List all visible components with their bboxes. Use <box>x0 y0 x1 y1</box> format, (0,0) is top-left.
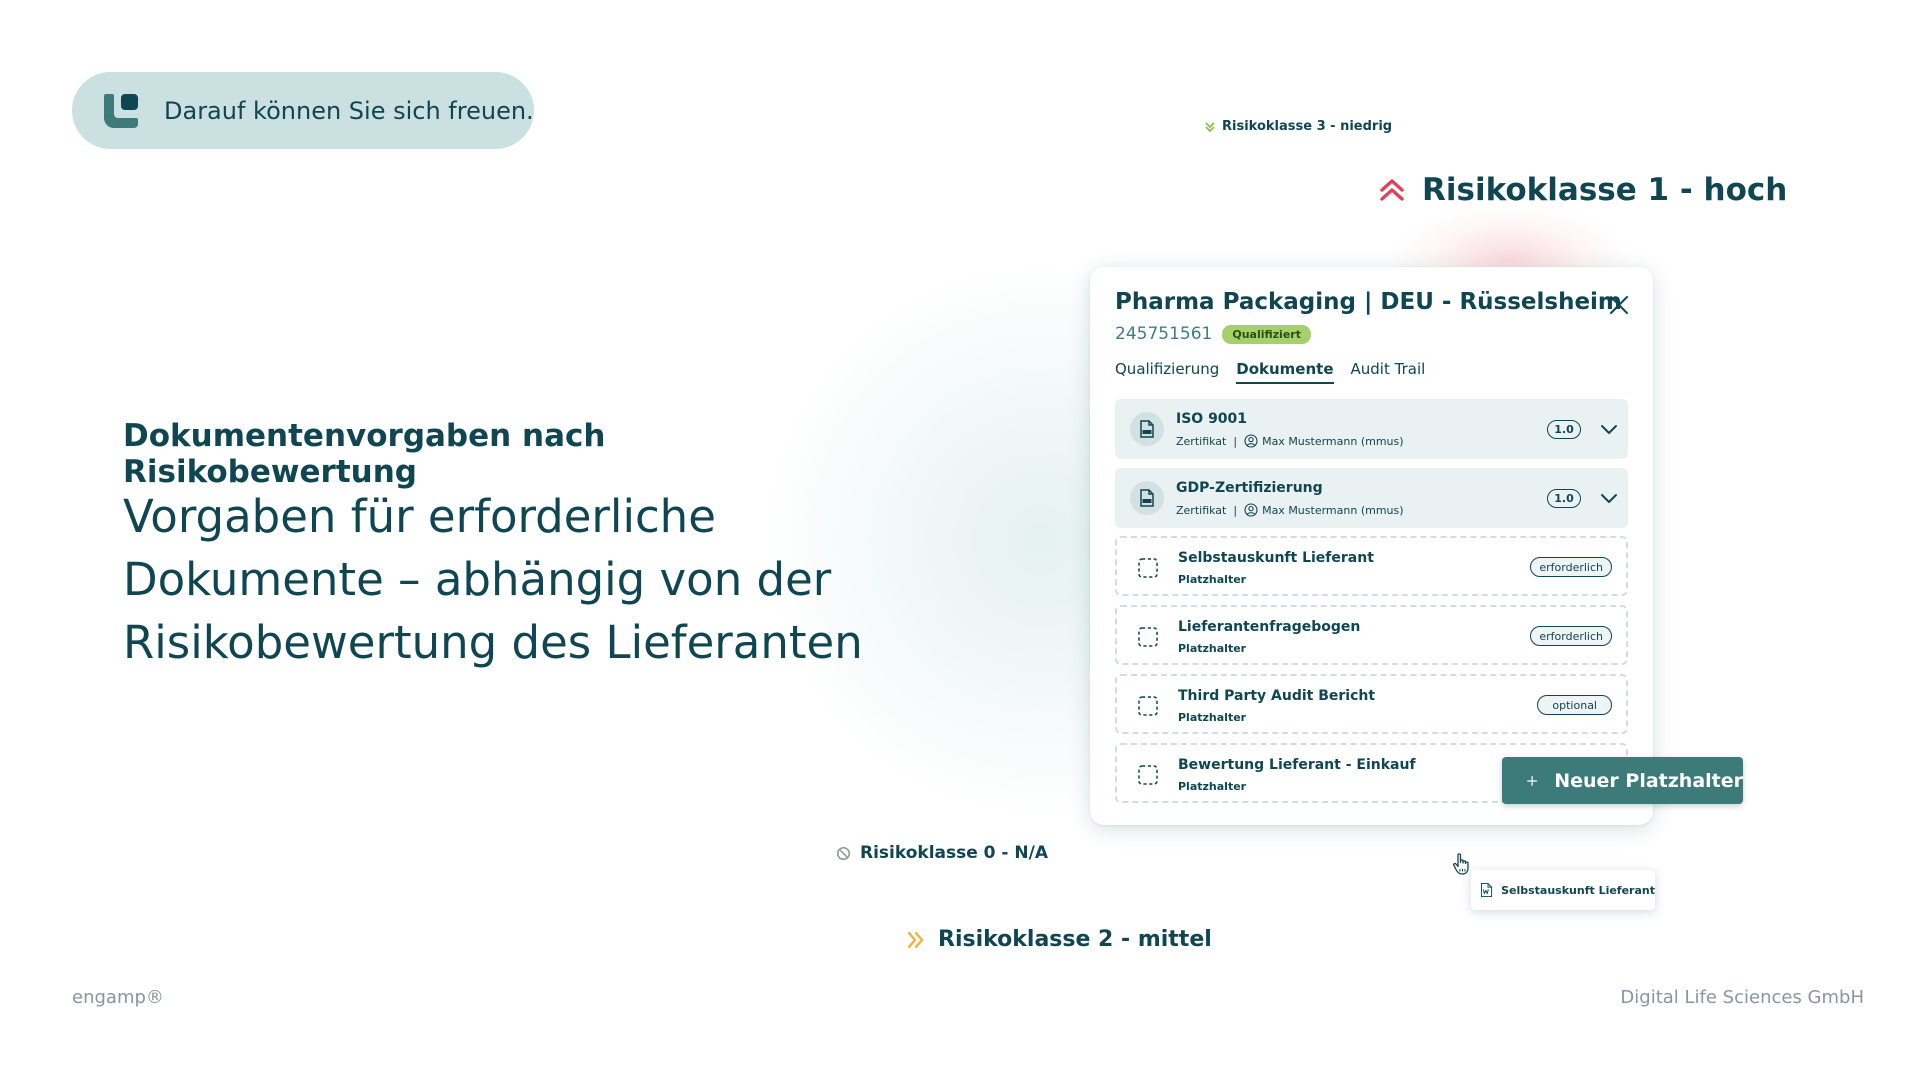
document-type: Zertifikat <box>1176 503 1227 517</box>
placeholder-title: Lieferantenfragebogen <box>1178 619 1361 635</box>
lead-line: Dokumente – abhängig von der <box>123 553 832 606</box>
placeholder-title: Third Party Audit Bericht <box>1178 688 1376 704</box>
document-meta: Zertifikat | Max Mustermann (mmus) <box>1176 503 1404 517</box>
document-owner: Max Mustermann (mmus) <box>1262 503 1404 517</box>
supplier-card: Pharma Packaging | DEU - Rüsselsheim 245… <box>1090 267 1653 825</box>
placeholder-icon <box>1138 627 1158 647</box>
document-title: ISO 9001 <box>1176 411 1248 427</box>
tab-dokumente[interactable]: Dokumente <box>1236 360 1334 384</box>
supplier-id: 245751561 <box>1115 324 1213 344</box>
document-title: GDP-Zertifizierung <box>1176 480 1323 496</box>
placeholder-title: Bewertung Lieferant - Einkauf <box>1178 757 1416 773</box>
brand-logo-text: engamp® <box>72 987 164 1008</box>
supplier-title: Pharma Packaging | DEU - Rüsselsheim <box>1115 289 1622 315</box>
card-tabs: Qualifizierung Dokumente Audit Trail <box>1115 360 1442 384</box>
placeholder-sub: Platzhalter <box>1178 642 1247 655</box>
chevron-down-icon[interactable] <box>1599 419 1619 439</box>
user-icon <box>1244 503 1258 517</box>
placeholder-row-selbstauskunft[interactable]: Selbstauskunft Lieferant Platzhalter erf… <box>1115 536 1628 596</box>
double-chevron-up-icon <box>1380 179 1404 201</box>
new-placeholder-button[interactable]: Neuer Platzhalter <box>1502 757 1743 804</box>
risk-label-0: Risikoklasse 0 - N/A <box>836 843 1048 863</box>
risk-label-text: Risikoklasse 1 - hoch <box>1422 172 1788 208</box>
lead-text: Vorgaben für erforderliche Dokumente – a… <box>123 485 903 674</box>
dragged-document-chip[interactable]: Selbstauskunft Lieferant <box>1471 870 1655 910</box>
requirement-badge: erforderlich <box>1530 626 1612 646</box>
placeholder-sub: Platzhalter <box>1178 573 1247 586</box>
placeholder-sub: Platzhalter <box>1178 711 1247 724</box>
placeholder-icon <box>1138 765 1158 785</box>
block-icon <box>836 846 851 860</box>
pill-text: Darauf können Sie sich freuen. <box>164 96 534 125</box>
new-placeholder-label: Neuer Platzhalter <box>1554 769 1743 792</box>
lead-line: Vorgaben für erforderliche <box>123 490 716 543</box>
supplier-id-row: 245751561 Qualifiziert <box>1115 324 1311 344</box>
risk-label-text: Risikoklasse 2 - mittel <box>938 927 1212 952</box>
chevron-down-icon[interactable] <box>1599 488 1619 508</box>
document-type: Zertifikat <box>1176 434 1227 448</box>
document-row-iso-9001[interactable]: ISO 9001 Zertifikat | Max Mustermann (mm… <box>1115 399 1628 459</box>
document-file-icon <box>1130 481 1164 515</box>
risk-label-text: Risikoklasse 0 - N/A <box>860 843 1048 863</box>
placeholder-icon <box>1138 558 1158 578</box>
version-badge: 1.0 <box>1547 420 1581 439</box>
status-badge: Qualifiziert <box>1222 324 1311 344</box>
requirement-badge: erforderlich <box>1530 557 1612 577</box>
version-badge: 1.0 <box>1547 489 1581 508</box>
risk-label-1: Risikoklasse 1 - hoch <box>1378 172 1787 208</box>
risk-label-text: Risikoklasse 3 - niedrig <box>1222 119 1393 134</box>
intro-pill: Darauf können Sie sich freuen. <box>72 72 534 149</box>
tab-qualifizierung[interactable]: Qualifizierung <box>1115 360 1219 384</box>
chevron-down-icon <box>1205 121 1215 132</box>
placeholder-icon <box>1138 696 1158 716</box>
company-name: Digital Life Sciences GmbH <box>1620 987 1864 1008</box>
word-document-icon <box>1480 882 1493 898</box>
document-file-icon <box>1130 412 1164 446</box>
risk-label-3: Risikoklasse 3 - niedrig <box>1204 119 1392 134</box>
plus-icon <box>1527 775 1537 786</box>
double-chevron-right-icon <box>907 931 924 948</box>
placeholder-row-fragebogen[interactable]: Lieferantenfragebogen Platzhalter erford… <box>1115 605 1628 665</box>
drag-chip-label: Selbstauskunft Lieferant <box>1501 883 1655 897</box>
engamp-logo-icon <box>104 93 138 128</box>
placeholder-title: Selbstauskunft Lieferant <box>1178 550 1374 566</box>
tab-audit-trail[interactable]: Audit Trail <box>1351 360 1426 384</box>
document-meta: Zertifikat | Max Mustermann (mmus) <box>1176 434 1404 448</box>
risk-label-2: Risikoklasse 2 - mittel <box>906 927 1212 952</box>
placeholder-row-audit-bericht[interactable]: Third Party Audit Bericht Platzhalter op… <box>1115 674 1628 734</box>
lead-line: Risikobewertung des Lieferanten <box>123 616 863 669</box>
document-owner: Max Mustermann (mmus) <box>1262 434 1404 448</box>
section-heading: Dokumentenvorgaben nach Risikobewertung <box>123 418 606 490</box>
user-icon <box>1244 434 1258 448</box>
document-row-gdp[interactable]: GDP-Zertifizierung Zertifikat | Max Must… <box>1115 468 1628 528</box>
placeholder-sub: Platzhalter <box>1178 780 1247 793</box>
close-icon[interactable] <box>1607 293 1631 317</box>
requirement-badge: optional <box>1537 695 1612 715</box>
